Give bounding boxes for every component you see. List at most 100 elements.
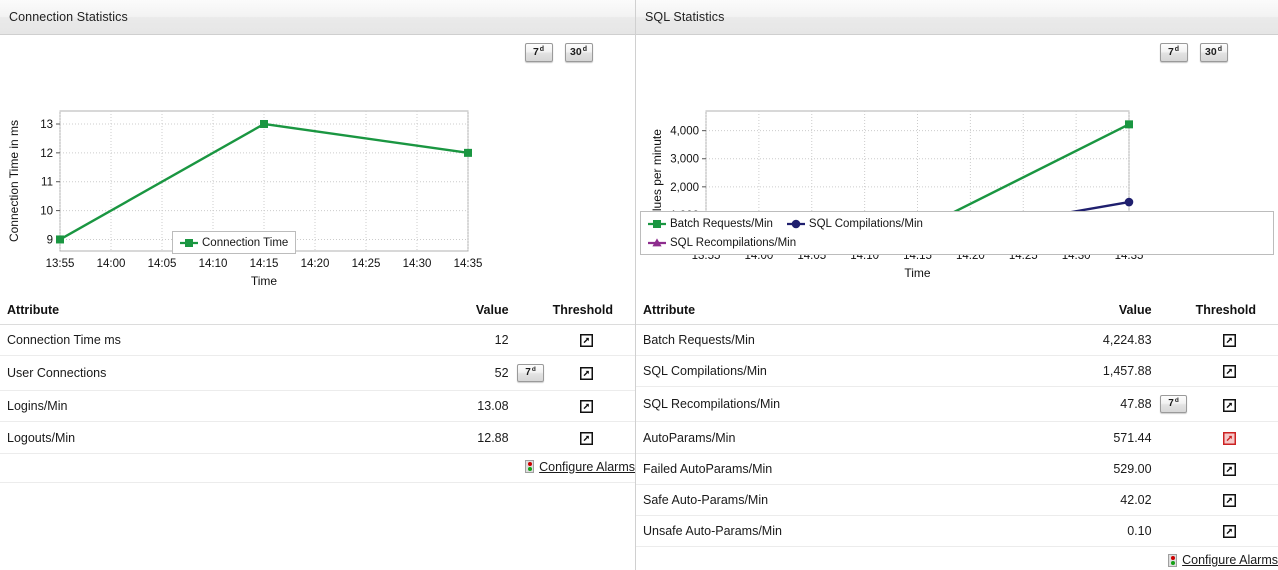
col-threshold-sql: Threshold [1196,298,1278,325]
row-range-button-cell [509,422,553,453]
row-attribute: Safe Auto-Params/Min [636,484,1023,515]
col-value: Value [400,298,508,325]
row-range-button-cell [509,325,553,356]
y-axis-title: Connection Time in ms [7,120,21,242]
table-row: Batch Requests/Min4,224.83 [636,325,1278,356]
legend-item-label: SQL Recompilations/Min [670,237,796,249]
row-value: 12 [400,325,508,356]
row-range-button-cell: 7d [1152,387,1196,422]
table-row: Connection Time ms12 [0,325,635,356]
row-threshold-cell [553,356,635,391]
row-threshold-cell [553,422,635,453]
col-button-spacer [509,298,553,325]
connection-statistics-panel: Connection Statistics 7 d 30 d 910111213… [0,0,636,570]
threshold-popout-icon[interactable] [1223,365,1236,378]
row-value: 571.44 [1023,422,1152,453]
legend-item[interactable]: Batch Requests/Min [648,217,773,231]
threshold-popout-icon[interactable] [1223,525,1236,538]
legend-item[interactable]: SQL Recompilations/Min [648,236,796,250]
connection-time-line-chart: 91011121313:5514:0014:0514:1014:1514:201… [0,35,636,297]
row-attribute: Batch Requests/Min [636,325,1023,356]
connection-statistics-table: Attribute Value Threshold Connection Tim… [0,298,635,483]
sql-statistics-table: Attribute Value Threshold Batch Requests… [636,298,1278,570]
configure-alarms-cell-sql: Configure Alarms [636,547,1278,570]
legend-marker-icon [648,217,666,231]
row-range-button-cell [1152,422,1196,453]
x-axis-tick-label: 14:15 [250,258,279,270]
row-attribute: Unsafe Auto-Params/Min [636,516,1023,547]
page-title: Connection Statistics [9,10,128,24]
row-range-button-label: 7 [525,368,531,378]
data-point-marker [260,120,268,128]
y-axis-tick-label: 4,000 [670,126,699,138]
y-axis-tick-label: 9 [47,234,53,246]
table-row: SQL Recompilations/Min47.887d [636,387,1278,422]
row-range-button-7d[interactable]: 7d [1160,395,1187,413]
row-range-button-cell [1152,516,1196,547]
row-threshold-cell [553,325,635,356]
table-header-row: Attribute Value Threshold [0,298,635,325]
x-axis-tick-label: 14:05 [148,258,177,270]
col-attribute: Attribute [0,298,400,325]
y-axis-tick-label: 13 [40,119,53,131]
row-value: 52 [400,356,508,391]
sql-statistics-line-chart: 01,0002,0003,0004,00013:5514:0014:0514:1… [636,35,1278,297]
row-range-button-unit: d [1175,398,1179,405]
col-value-sql: Value [1023,298,1152,325]
row-range-button-cell [509,391,553,422]
connection-statistics-table-wrap: Attribute Value Threshold Connection Tim… [0,298,635,483]
row-value: 1,457.88 [1023,356,1152,387]
left-panel-header: Connection Statistics [0,0,635,35]
x-axis-tick-label: 14:35 [454,258,483,270]
legend-item-label: Batch Requests/Min [670,218,773,230]
row-threshold-cell [1196,387,1278,422]
threshold-popout-icon[interactable] [1223,463,1236,476]
threshold-popout-icon[interactable] [580,334,593,347]
table-header-row-sql: Attribute Value Threshold [636,298,1278,325]
x-axis-title: Time [251,274,278,288]
configure-alarms-link[interactable]: Configure Alarms [525,460,635,474]
threshold-popout-icon[interactable] [1223,399,1236,412]
traffic-light-icon [525,460,534,473]
row-threshold-cell [1196,356,1278,387]
row-range-button-cell: 7d [509,356,553,391]
data-point-marker [1125,120,1133,128]
legend-item[interactable]: SQL Compilations/Min [787,217,923,231]
data-point-marker [464,149,472,157]
threshold-popout-icon[interactable] [580,432,593,445]
row-range-button-unit: d [532,367,536,374]
page-title-sql: SQL Statistics [645,10,724,24]
configure-alarms-cell: Configure Alarms [0,453,635,483]
table-footer-row: Configure Alarms [0,453,635,483]
chart-legend: Connection Time [172,231,296,254]
row-range-button-label: 7 [1168,399,1174,409]
threshold-popout-icon[interactable] [580,367,593,380]
table-footer-row-sql: Configure Alarms [636,547,1278,570]
threshold-popout-icon[interactable] [1223,334,1236,347]
row-threshold-cell [553,391,635,422]
row-range-button-7d[interactable]: 7d [517,364,544,382]
row-value: 47.88 [1023,387,1152,422]
row-threshold-cell [1196,453,1278,484]
configure-alarms-link-sql[interactable]: Configure Alarms [1168,553,1278,567]
y-axis-tick-label: 12 [40,148,53,160]
legend-item-label: SQL Compilations/Min [809,218,923,230]
table-row: SQL Compilations/Min1,457.88 [636,356,1278,387]
legend-item[interactable]: Connection Time [180,236,288,250]
col-threshold: Threshold [553,298,635,325]
table-row: Logouts/Min12.88 [0,422,635,453]
row-value: 4,224.83 [1023,325,1152,356]
sql-statistics-panel: SQL Statistics 7 d 30 d 01,0002,0003,000… [636,0,1278,570]
table-row: Logins/Min13.08 [0,391,635,422]
y-axis-tick-label: 10 [40,206,53,218]
x-axis-tick-label: 14:10 [199,258,228,270]
threshold-popout-icon[interactable] [1223,432,1236,445]
x-axis-tick-label: 13:55 [46,258,75,270]
x-axis-tick-label: 14:25 [352,258,381,270]
legend-row: Batch Requests/Min SQL Compilations/Min [648,214,1266,233]
data-point-marker [1125,198,1134,207]
threshold-popout-icon[interactable] [1223,494,1236,507]
threshold-popout-icon[interactable] [580,400,593,413]
connection-time-chart-region: 7 d 30 d 91011121313:5514:0014:0514:1014… [0,35,635,297]
row-attribute: AutoParams/Min [636,422,1023,453]
